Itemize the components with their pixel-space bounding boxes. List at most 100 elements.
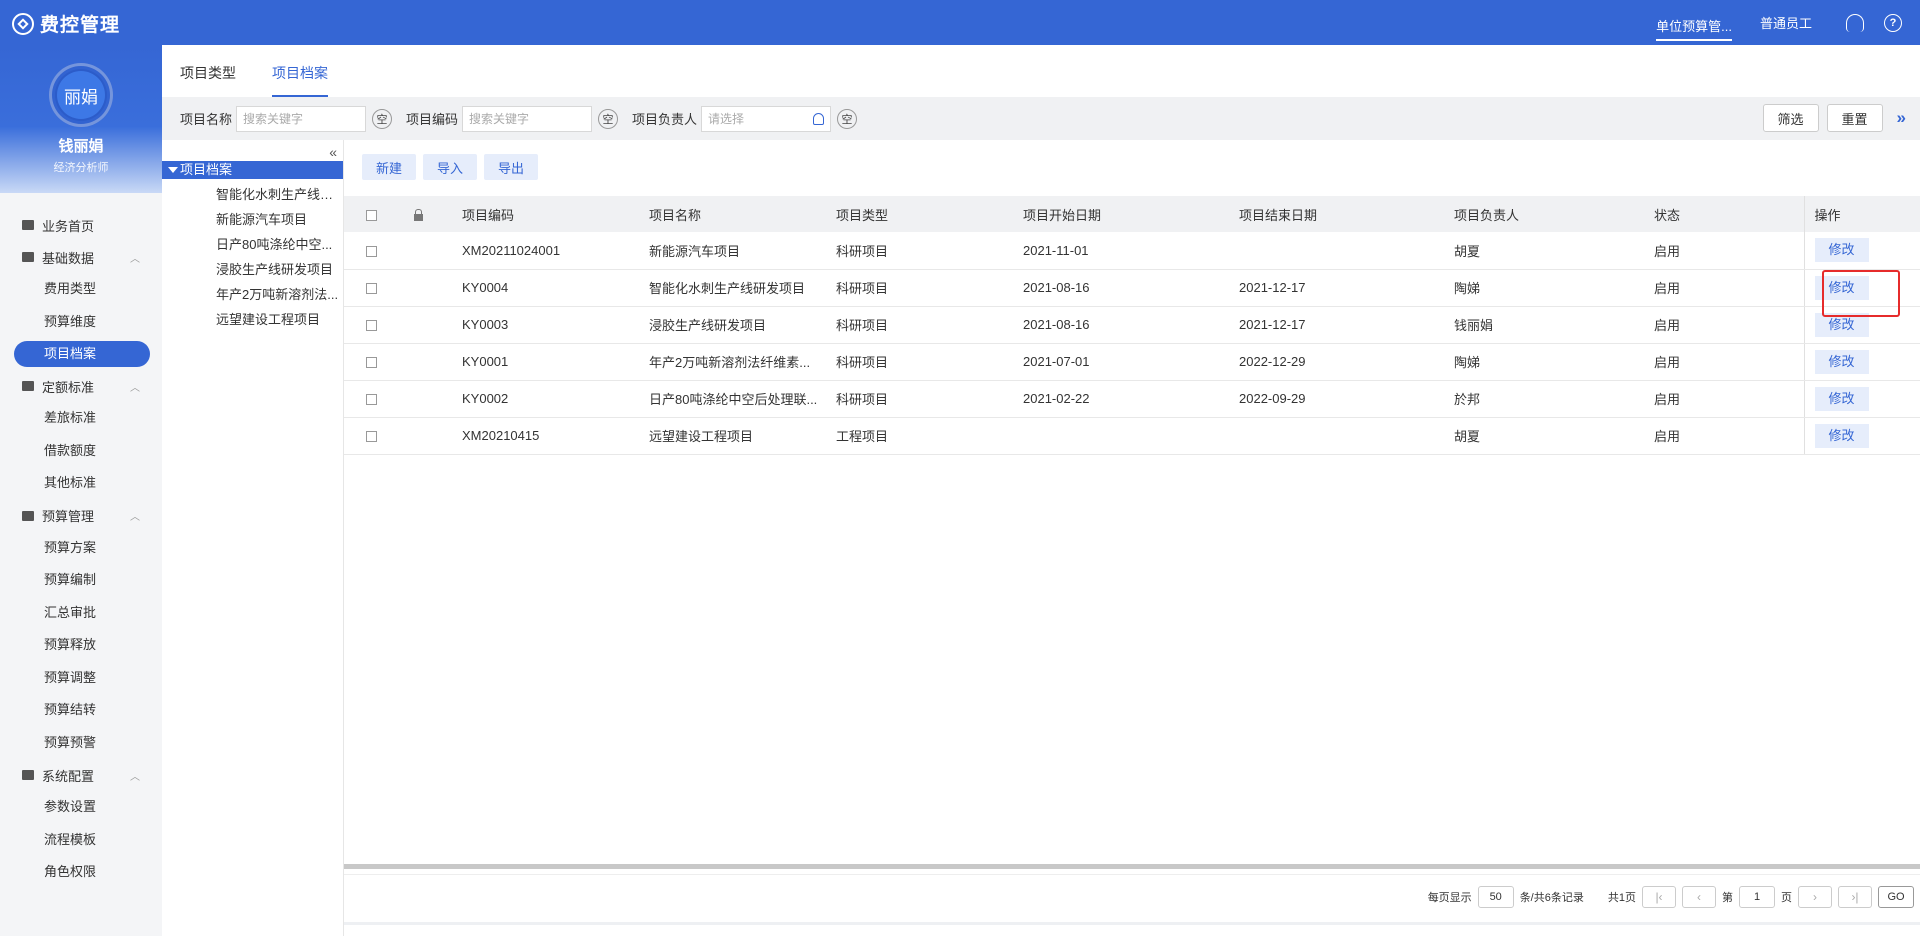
sidebar-item-budget-release[interactable]: 预算释放 (0, 629, 150, 662)
project-name-input[interactable]: 搜索关键字 (236, 105, 367, 132)
sidebar-item-summary-approval[interactable]: 汇总审批 (0, 597, 150, 630)
sidebar-group-quota-standard[interactable]: 定额标准 ︿ (0, 370, 162, 402)
tab-project-archive[interactable]: 项目档案 (272, 57, 328, 97)
clear-name-button[interactable]: 空 (372, 108, 393, 129)
header-status[interactable]: 状态 (1654, 196, 1804, 232)
cell-owner: 胡夏 (1454, 417, 1654, 455)
table-row[interactable]: KY0002 日产80吨涤纶中空后处理联... 科研项目 2021-02-22 2022… (344, 380, 1920, 418)
tree-node[interactable]: 远望建设工程项目 (216, 307, 342, 332)
row-checkbox[interactable] (366, 320, 377, 332)
project-code-label: 项目编码 (406, 112, 459, 127)
sidebar-item-flow-template[interactable]: 流程模板 (0, 824, 150, 857)
cell-name: 浸胶生产线研发项目 (649, 306, 836, 344)
header-name[interactable]: 项目名称 (649, 196, 836, 232)
last-page-icon[interactable]: ›| (1838, 885, 1872, 908)
lock-cell (414, 306, 462, 344)
page-input[interactable]: 1 (1739, 885, 1775, 908)
export-button[interactable]: 导出 (484, 154, 539, 180)
row-checkbox[interactable] (366, 431, 377, 443)
headset-icon[interactable] (1846, 13, 1864, 32)
header-start-date[interactable]: 项目开始日期 (1023, 196, 1239, 232)
table-row[interactable]: KY0001 年产2万吨新溶剂法纤维素... 科研项目 2021-07-01 2022-… (344, 343, 1920, 381)
sidebar-item-travel-standard[interactable]: 差旅标准 (0, 402, 150, 435)
table-row[interactable]: XM20211024001 新能源汽车项目 科研项目 2021-11-01 胡夏 启用 修改 (344, 232, 1920, 270)
row-checkbox[interactable] (366, 394, 377, 406)
per-page-input[interactable]: 50 (1477, 885, 1514, 908)
role-switch-link[interactable]: 普通员工 (1746, 0, 1826, 45)
first-page-icon[interactable]: |‹ (1642, 885, 1676, 908)
sidebar-group-system-config[interactable]: 系统配置 ︿ (0, 759, 162, 791)
prev-page-icon[interactable]: ‹ (1682, 885, 1716, 908)
sidebar-item-budget-adjust[interactable]: 预算调整 (0, 662, 150, 695)
tree-node[interactable]: 新能源汽车项目 (216, 207, 342, 232)
sidebar-item-other-standard[interactable]: 其他标准 (0, 467, 150, 500)
edit-button[interactable]: 修改 (1814, 349, 1869, 374)
import-button[interactable]: 导入 (423, 154, 478, 180)
brand[interactable]: 费控管理 (12, 10, 120, 37)
sidebar-item-param-settings[interactable]: 参数设置 (0, 791, 150, 824)
edit-button[interactable]: 修改 (1814, 238, 1869, 263)
tree-node[interactable]: 日产80吨涤纶中空... (216, 232, 342, 257)
person-icon[interactable] (813, 112, 825, 125)
sidebar-item-budget-carryover[interactable]: 预算结转 (0, 694, 150, 727)
project-owner-label: 项目负责人 (632, 112, 698, 127)
edit-button[interactable]: 修改 (1814, 423, 1869, 448)
clear-code-button[interactable]: 空 (598, 108, 619, 129)
sidebar-nav: 业务首页 基础数据 ︿ 费用类型 预算维度 项目档案 定额标准 ︿ 差旅标准 借款额… (0, 193, 162, 889)
avatar[interactable]: 丽娟 (49, 63, 113, 127)
select-all-checkbox[interactable] (366, 209, 377, 221)
table-row[interactable]: XM20210415 远望建设工程项目 工程项目 胡夏 启用 修改 (344, 417, 1920, 455)
collapse-left-icon[interactable]: « (329, 144, 337, 160)
header-type[interactable]: 项目类型 (836, 196, 1023, 232)
tree-node[interactable]: 智能化水刺生产线研... (216, 182, 342, 207)
filter-button[interactable]: 筛选 (1762, 104, 1819, 132)
app-logo-icon (12, 12, 34, 35)
sidebar-group-budget-management[interactable]: 预算管理 ︿ (0, 500, 162, 532)
clear-owner-button[interactable]: 空 (837, 108, 858, 129)
sidebar-item-role-permission[interactable]: 角色权限 (0, 856, 150, 889)
project-name-placeholder: 搜索关键字 (243, 112, 304, 126)
sidebar-item-budget-dimension[interactable]: 预算维度 (0, 306, 150, 339)
user-name: 钱丽娟 (58, 138, 104, 155)
sidebar-item-expense-type[interactable]: 费用类型 (0, 273, 150, 306)
header-end-date[interactable]: 项目结束日期 (1239, 196, 1454, 232)
row-checkbox[interactable] (366, 283, 377, 295)
edit-button[interactable]: 修改 (1814, 386, 1869, 411)
go-button[interactable]: GO (1878, 885, 1914, 908)
cell-code: KY0004 (462, 269, 649, 307)
tree-root-node[interactable]: 项目档案 (162, 161, 343, 179)
total-records: 条/共6条记录 (1519, 891, 1584, 904)
cell-type: 科研项目 (836, 269, 1023, 307)
sidebar-item-budget-plan[interactable]: 预算方案 (0, 532, 150, 565)
sidebar-group-basic-data[interactable]: 基础数据 ︿ (0, 241, 162, 273)
sidebar-item-home[interactable]: 业务首页 (0, 209, 162, 241)
sidebar-item-loan-quota[interactable]: 借款额度 (0, 435, 150, 468)
project-owner-select[interactable]: 请选择 (701, 105, 832, 132)
row-checkbox[interactable] (366, 357, 377, 369)
tab-project-type[interactable]: 项目类型 (180, 57, 236, 97)
table-row[interactable]: KY0004 智能化水刺生产线研发项目 科研项目 2021-08-16 2021-12-… (344, 269, 1920, 307)
reset-button[interactable]: 重置 (1826, 104, 1883, 132)
lock-cell (414, 380, 462, 418)
help-icon[interactable]: ? (1884, 13, 1902, 32)
double-chevron-right-icon[interactable]: » (1897, 108, 1906, 128)
tree-node[interactable]: 年产2万吨新溶剂法... (216, 282, 342, 307)
sidebar-item-budget-warning[interactable]: 预算预警 (0, 727, 150, 760)
chevron-up-icon: ︿ (130, 253, 140, 265)
new-button[interactable]: 新建 (362, 154, 417, 180)
sidebar-item-budget-compile[interactable]: 预算编制 (0, 564, 150, 597)
per-page-label: 每页显示 (1427, 891, 1472, 904)
next-page-icon[interactable]: › (1798, 885, 1832, 908)
project-code-input[interactable]: 搜索关键字 (462, 105, 593, 132)
horizontal-scrollbar[interactable] (344, 864, 1920, 869)
tree-node[interactable]: 浸胶生产线研发项目 (216, 257, 342, 282)
table-row[interactable]: KY0003 浸胶生产线研发项目 科研项目 2021-08-16 2021-12-17 钱… (344, 306, 1920, 344)
project-code-placeholder: 搜索关键字 (469, 112, 530, 126)
row-checkbox[interactable] (366, 245, 377, 257)
header-code[interactable]: 项目编码 (462, 196, 649, 232)
budget-org-link[interactable]: 单位预算管... (1642, 0, 1746, 45)
header-owner[interactable]: 项目负责人 (1454, 196, 1654, 232)
operation-cell: 修改 (1803, 343, 1920, 381)
sidebar-item-project-archive[interactable]: 项目档案 (14, 341, 150, 367)
filter-bar: 项目名称 搜索关键字 空 项目编码 搜索关键字 空 项目负责人 请选择 空 筛选… (162, 97, 1920, 140)
